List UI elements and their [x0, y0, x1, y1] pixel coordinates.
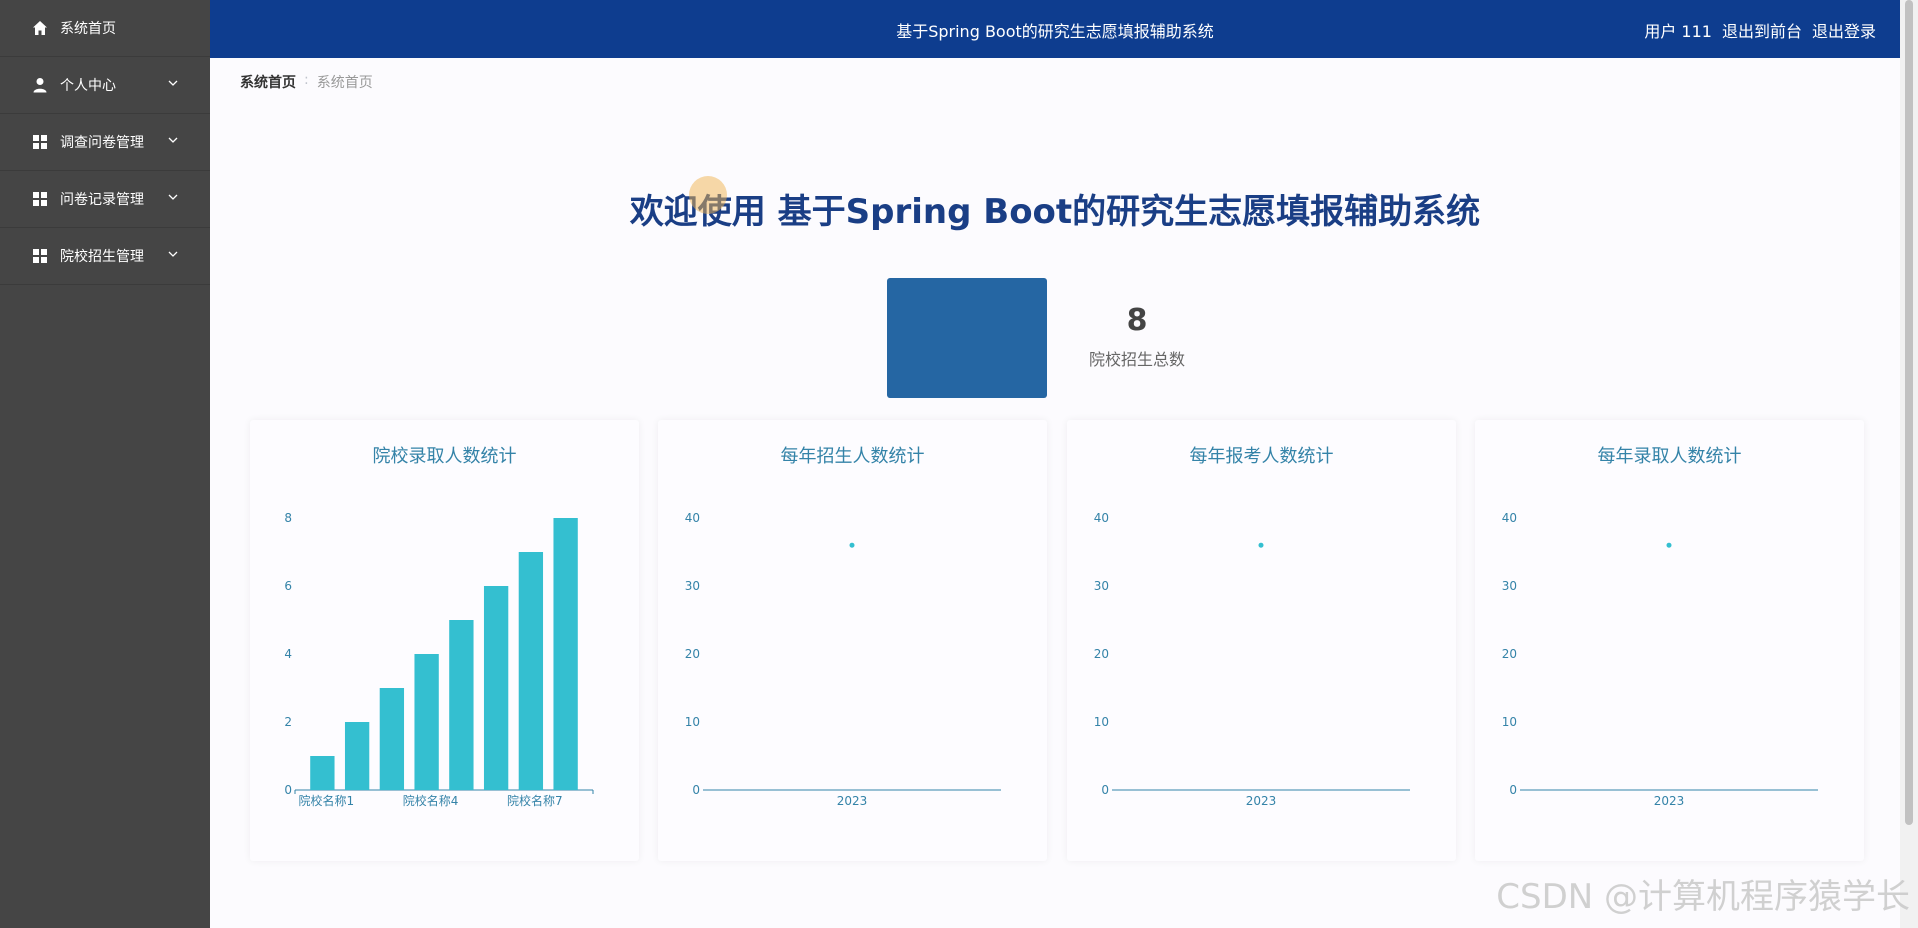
y-tick-label: 40 [1502, 511, 1517, 525]
y-tick-label: 10 [1094, 715, 1109, 729]
home-icon [33, 21, 47, 35]
y-tick-label: 4 [284, 647, 292, 661]
y-tick-label: 30 [1502, 579, 1517, 593]
y-tick-label: 0 [1509, 783, 1517, 797]
sidebar-item-records[interactable]: 问卷记录管理 [0, 171, 210, 228]
y-tick-label: 30 [685, 579, 700, 593]
y-tick-label: 0 [692, 783, 700, 797]
chart-title: 每年报考人数统计 [1189, 446, 1334, 467]
top-header: 基于Spring Boot的研究生志愿填报辅助系统 用户 111 退出到前台 退… [210, 0, 1900, 58]
data-point-2023 [849, 542, 855, 548]
user-name: 用户 111 [1644, 22, 1712, 41]
chart-title: 院校录取人数统计 [372, 446, 517, 467]
chevron-down-icon [168, 137, 178, 143]
grid-icon [33, 249, 47, 263]
sidebar-item-label: 问卷记录管理 [60, 192, 144, 208]
user-icon [33, 78, 47, 93]
x-tick-label: 院校名称1 [299, 793, 355, 808]
chart-card-yearly-applicants: 每年报考人数统计 0 10 20 30 40 2023 [1067, 420, 1456, 861]
sidebar: 系统首页 个人中心 调查问卷管理 问卷记录管理 院校招生管理 [0, 0, 210, 928]
chevron-down-icon [168, 194, 178, 200]
chart-card-yearly-enrollment: 每年招生人数统计 0 10 20 30 40 2023 [658, 420, 1047, 861]
stat-color-block [887, 278, 1047, 398]
y-tick-label: 30 [1094, 579, 1109, 593]
stat-value: 8 [1126, 303, 1148, 338]
y-tick-label: 40 [685, 511, 700, 525]
grid-icon [33, 192, 47, 206]
sidebar-item-label: 调查问卷管理 [60, 135, 144, 151]
y-tick-label: 8 [284, 511, 292, 525]
breadcrumb-current: 系统首页 [316, 75, 373, 91]
mouse-cursor-highlight [689, 176, 727, 214]
breadcrumb-home[interactable]: 系统首页 [240, 72, 296, 92]
x-tick-label: 院校名称7 [507, 793, 563, 808]
sidebar-item-label: 系统首页 [60, 21, 116, 37]
bar-院校名称7 [518, 552, 544, 790]
sidebar-item-home[interactable]: 系统首页 [0, 0, 210, 57]
y-tick-label: 20 [1502, 647, 1517, 661]
logout-link[interactable]: 退出登录 [1812, 18, 1876, 42]
scatter-chart: 0 10 20 30 40 2023 [685, 511, 1001, 808]
x-tick-label: 2023 [837, 794, 868, 808]
chart-title: 每年录取人数统计 [1597, 446, 1742, 467]
chevron-down-icon [168, 251, 178, 257]
y-tick-label: 20 [685, 647, 700, 661]
x-tick-label: 2023 [1246, 794, 1277, 808]
bar-院校名称8 [553, 518, 578, 790]
y-tick-label: 20 [1094, 647, 1109, 661]
x-tick-label: 2023 [1654, 794, 1685, 808]
bar-院校名称1 [310, 756, 335, 790]
y-tick-label: 40 [1094, 511, 1109, 525]
bar-院校名称6 [483, 586, 509, 790]
x-tick-label: 院校名称4 [403, 793, 459, 808]
scatter-chart: 0 10 20 30 40 2023 [1502, 511, 1818, 808]
front-page-link[interactable]: 退出到前台 [1722, 18, 1802, 42]
scrollbar[interactable] [1900, 0, 1918, 928]
bar-chart: 0 2 4 6 8 院校名称1 院校名称4 院校名称7 [284, 511, 594, 808]
chart-title: 每年招生人数统计 [780, 446, 925, 467]
bar-院校名称2 [344, 722, 370, 790]
watermark: CSDN @计算机程序猿学长 [1496, 877, 1910, 917]
sidebar-item-survey[interactable]: 调查问卷管理 [0, 114, 210, 171]
breadcrumb: 系统首页 : 系统首页 [240, 72, 373, 92]
data-point-2023 [1666, 542, 1672, 548]
y-tick-label: 0 [1101, 783, 1109, 797]
breadcrumb-separator: : [304, 72, 309, 88]
chart-card-yearly-admission: 每年录取人数统计 0 10 20 30 40 2023 [1475, 420, 1864, 861]
y-tick-label: 10 [1502, 715, 1517, 729]
sidebar-item-profile[interactable]: 个人中心 [0, 57, 210, 114]
bar-院校名称4 [414, 654, 439, 790]
sidebar-item-admission[interactable]: 院校招生管理 [0, 228, 210, 285]
stat-label: 院校招生总数 [1088, 350, 1185, 369]
y-tick-label: 10 [685, 715, 700, 729]
welcome-title: 欢迎使用 基于Spring Boot的研究生志愿填报辅助系统 [629, 192, 1481, 232]
sidebar-item-label: 个人中心 [60, 78, 116, 94]
bar-院校名称3 [379, 688, 405, 790]
chart-card-admission-by-school: 院校录取人数统计 0 2 4 6 8 院校名称1 院校名称4 院校名称7 [250, 420, 639, 861]
y-tick-label: 6 [284, 579, 292, 593]
y-tick-label: 2 [284, 715, 292, 729]
bar-院校名称5 [449, 620, 474, 790]
chevron-down-icon [168, 80, 178, 86]
scrollbar-thumb[interactable] [1905, 0, 1913, 825]
scatter-chart: 0 10 20 30 40 2023 [1094, 511, 1410, 808]
data-point-2023 [1258, 542, 1264, 548]
sidebar-item-label: 院校招生管理 [60, 249, 144, 265]
grid-icon [33, 135, 47, 149]
y-tick-label: 0 [284, 783, 292, 797]
